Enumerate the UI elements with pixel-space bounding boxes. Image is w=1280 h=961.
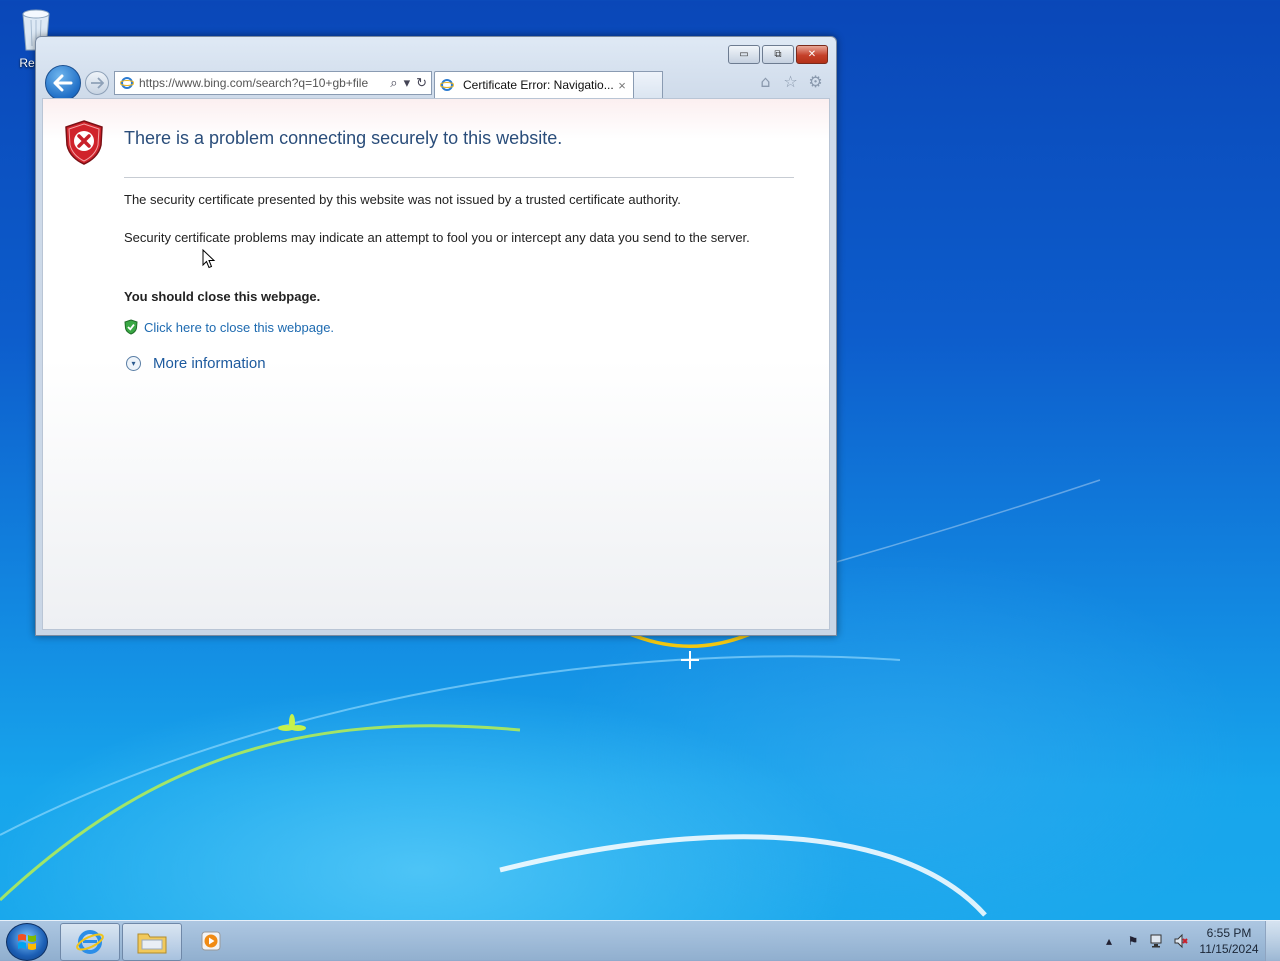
media-player-icon xyxy=(201,931,221,951)
error-description-1: The security certificate presented by th… xyxy=(124,192,681,207)
tab-certificate-error[interactable]: Certificate Error: Navigatio... × xyxy=(434,71,634,98)
taskbar-clock[interactable]: 6:55 PM 11/15/2024 xyxy=(1193,925,1265,957)
error-shield-icon xyxy=(65,120,103,165)
dropdown-icon[interactable]: ▾ xyxy=(404,75,411,91)
forward-arrow-icon xyxy=(91,77,104,89)
error-title: There is a problem connecting securely t… xyxy=(124,128,563,148)
action-center-flag-icon[interactable]: ⚑ xyxy=(1124,932,1142,950)
page-content: There is a problem connecting securely t… xyxy=(42,98,830,630)
clock-date: 11/15/2024 xyxy=(1199,942,1259,956)
more-information-label: More information xyxy=(153,355,266,372)
close-page-link-row[interactable]: Click here to close this webpage. xyxy=(124,319,334,335)
recommendation-text: You should close this webpage. xyxy=(124,289,321,304)
tab-title: Certificate Error: Navigatio... xyxy=(463,78,614,92)
tab-ie-icon xyxy=(439,77,455,93)
taskbar-internet-explorer[interactable] xyxy=(60,923,120,961)
tools-gear-icon[interactable]: ⚙ xyxy=(807,72,824,91)
back-arrow-icon xyxy=(53,74,73,92)
forward-button[interactable] xyxy=(85,71,109,95)
folder-icon xyxy=(137,933,167,954)
volume-muted-icon[interactable] xyxy=(1172,932,1190,950)
mouse-cursor-icon xyxy=(202,249,216,269)
minimize-button[interactable]: ▭ xyxy=(728,45,760,64)
expand-chevron-icon: ▾ xyxy=(126,356,141,371)
address-bar[interactable]: https://www.bing.com/search?q=10+gb+file… xyxy=(114,71,432,95)
windows-logo-icon xyxy=(18,934,36,950)
more-information-toggle[interactable]: ▾ More information xyxy=(126,355,266,372)
back-button[interactable] xyxy=(45,65,81,101)
taskbar-windows-explorer[interactable] xyxy=(122,923,182,961)
new-tab-button[interactable] xyxy=(633,71,663,98)
favorites-star-icon[interactable]: ☆ xyxy=(782,72,799,91)
network-icon[interactable] xyxy=(1148,932,1166,950)
refresh-icon[interactable]: ↻ xyxy=(416,75,427,91)
maximize-button[interactable]: ⧉ xyxy=(762,45,794,64)
window-caption-buttons: ▭ ⧉ ✕ xyxy=(726,45,828,64)
taskbar-media-player[interactable] xyxy=(194,923,228,959)
show-desktop-button[interactable] xyxy=(1265,921,1280,961)
browser-window: ▭ ⧉ ✕ https://www.bing.com/search?q=10+g… xyxy=(35,36,837,636)
address-tools: ⌕ ▾ ↻ xyxy=(390,75,431,91)
taskbar: ▴ ⚑ 6:55 PM 11/15/2024 xyxy=(0,920,1280,961)
internet-explorer-icon xyxy=(76,930,104,954)
toolbar-icons: ⌂ ☆ ⚙ xyxy=(757,72,824,91)
tab-close-icon[interactable]: × xyxy=(615,78,629,93)
clock-time: 6:55 PM xyxy=(1206,926,1252,940)
search-icon[interactable]: ⌕ xyxy=(390,75,397,91)
close-webpage-link[interactable]: Click here to close this webpage. xyxy=(144,320,334,335)
error-description-2: Security certificate problems may indica… xyxy=(124,230,750,245)
close-window-button[interactable]: ✕ xyxy=(796,45,828,64)
address-url-text[interactable]: https://www.bing.com/search?q=10+gb+file xyxy=(139,76,390,90)
start-button[interactable] xyxy=(6,923,48,961)
show-hidden-icons-icon[interactable]: ▴ xyxy=(1100,932,1118,950)
ie-page-icon xyxy=(119,75,135,91)
system-tray: ▴ ⚑ 6:55 PM 11/15/2024 xyxy=(1097,921,1280,961)
home-icon[interactable]: ⌂ xyxy=(757,72,774,91)
title-divider xyxy=(124,177,794,178)
green-check-shield-icon xyxy=(124,319,138,335)
